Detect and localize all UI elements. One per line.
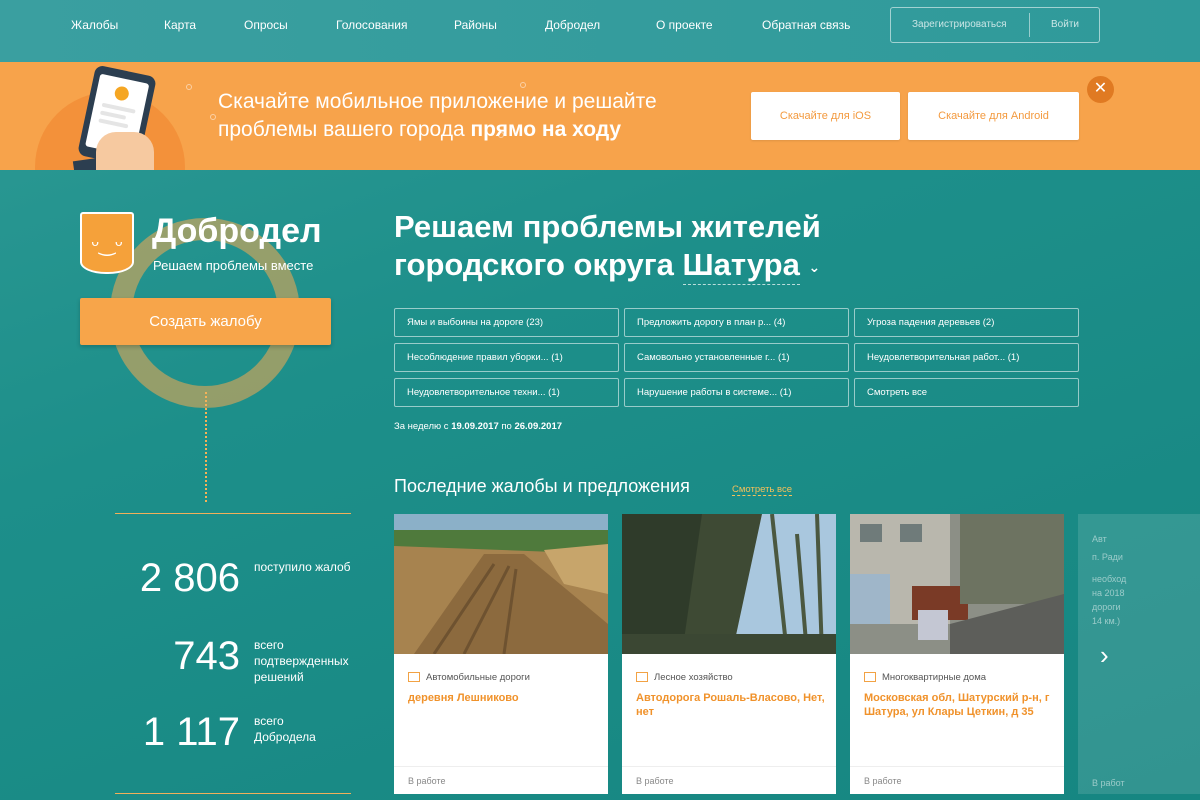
- category-tag[interactable]: Предложить дорогу в план р... (4): [624, 308, 849, 337]
- category-tag[interactable]: Неудовлетворительное техни... (1): [394, 378, 619, 407]
- hand-illustration: [96, 132, 154, 170]
- brand-title: Добродел: [152, 212, 322, 250]
- nav-about[interactable]: О проекте: [656, 18, 713, 32]
- nav-districts[interactable]: Районы: [454, 18, 497, 32]
- card-status: В работе: [636, 776, 674, 786]
- building-icon: [864, 672, 876, 683]
- card-photo-road: [394, 514, 608, 654]
- card-category: Многоквартирные дома: [864, 672, 986, 683]
- stat-complaints-value: 2 806: [139, 556, 240, 600]
- nav-dobrodel[interactable]: Добродел: [545, 18, 600, 32]
- stats-divider-top: [115, 513, 351, 514]
- chevron-right-icon[interactable]: ›: [1100, 640, 1109, 671]
- card-photo-forest: [622, 514, 836, 654]
- card-category: Лесное хозяйство: [636, 672, 733, 683]
- stat-solutions-value: 743: [173, 634, 240, 678]
- auth-divider: [1029, 13, 1030, 37]
- card-category: Автомобильные дороги: [408, 672, 530, 683]
- top-navigation: Жалобы Карта Опросы Голосования Районы Д…: [0, 0, 1200, 62]
- card-title[interactable]: Автодорога Рошаль-Власово, Нет, нет: [636, 691, 826, 719]
- dotted-line-decoration: [205, 392, 207, 502]
- stat-dobrodel-value: 1 117: [142, 710, 240, 754]
- brand-subtitle: Решаем проблемы вместе: [153, 258, 314, 273]
- category-tag[interactable]: Нарушение работы в системе... (1): [624, 378, 849, 407]
- login-link[interactable]: Войти: [1051, 19, 1079, 30]
- nav-complaints[interactable]: Жалобы: [71, 18, 118, 32]
- logo-icon: ᵕ‿ᵕ: [80, 212, 134, 274]
- card-photo-building: [850, 514, 1064, 654]
- nav-polls[interactable]: Опросы: [244, 18, 288, 32]
- card-status: В работе: [408, 776, 446, 786]
- week-range: За неделю с 19.09.2017 по 26.09.2017: [394, 421, 563, 432]
- stat-solutions-label: всего подтвержденных решений: [254, 638, 349, 684]
- download-ios-button[interactable]: Скачайте для iOS: [751, 92, 900, 140]
- road-icon: [408, 672, 420, 683]
- category-tag[interactable]: Угроза падения деревьев (2): [854, 308, 1079, 337]
- card-title[interactable]: Московская обл, Шатурский р-н, г Шатура,…: [864, 691, 1054, 719]
- stats-divider-bottom: [115, 793, 351, 794]
- register-link[interactable]: Зарегистрироваться: [912, 19, 1007, 30]
- category-tag[interactable]: Несоблюдение правил уборки... (1): [394, 343, 619, 372]
- see-all-link[interactable]: Смотреть все: [732, 484, 792, 496]
- complaint-card[interactable]: Лесное хозяйство Автодорога Рошаль-Власо…: [622, 514, 836, 794]
- category-tag[interactable]: Неудовлетворительная работ... (1): [854, 343, 1079, 372]
- tree-icon: [636, 672, 648, 683]
- banner-line-1: Скачайте мобильное приложение и решайте: [218, 90, 657, 113]
- latest-section-title: Последние жалобы и предложения: [394, 476, 690, 496]
- category-tag[interactable]: Ямы и выбоины на дороге (23): [394, 308, 619, 337]
- auth-box: Зарегистрироваться Войти: [890, 7, 1100, 43]
- app-download-banner: Скачайте мобильное приложение и решайте …: [0, 62, 1200, 170]
- card-status: В работе: [864, 776, 902, 786]
- stat-dobrodel-label: всего Добродела: [254, 714, 316, 744]
- see-all-categories-tag[interactable]: Смотреть все: [854, 378, 1079, 407]
- download-android-button[interactable]: Скачайте для Android: [908, 92, 1079, 140]
- card-title[interactable]: деревня Лешниково: [408, 691, 598, 705]
- create-complaint-button[interactable]: Создать жалобу: [80, 298, 331, 345]
- chevron-down-icon[interactable]: ⌄: [808, 259, 820, 275]
- complaint-card-partial[interactable]: Авт п. Ради необход на 2018 дороги 14 км…: [1078, 514, 1200, 794]
- close-icon[interactable]: ✕: [1087, 76, 1114, 103]
- city-selector[interactable]: Шатура: [682, 246, 800, 285]
- nav-feedback[interactable]: Обратная связь: [762, 18, 850, 32]
- category-tag[interactable]: Самовольно установленные г... (1): [624, 343, 849, 372]
- nav-votes[interactable]: Голосования: [336, 18, 407, 32]
- banner-line-2: проблемы вашего города прямо на ходу: [218, 118, 622, 141]
- complaint-card[interactable]: Многоквартирные дома Московская обл, Шат…: [850, 514, 1064, 794]
- complaint-card[interactable]: Автомобильные дороги деревня Лешниково В…: [394, 514, 608, 794]
- stat-complaints-label: поступило жалоб: [254, 560, 351, 574]
- page-title: Решаем проблемы жителей городского округ…: [394, 208, 821, 286]
- banner-text: Скачайте мобильное приложение и решайте …: [218, 88, 657, 144]
- nav-map[interactable]: Карта: [164, 18, 196, 32]
